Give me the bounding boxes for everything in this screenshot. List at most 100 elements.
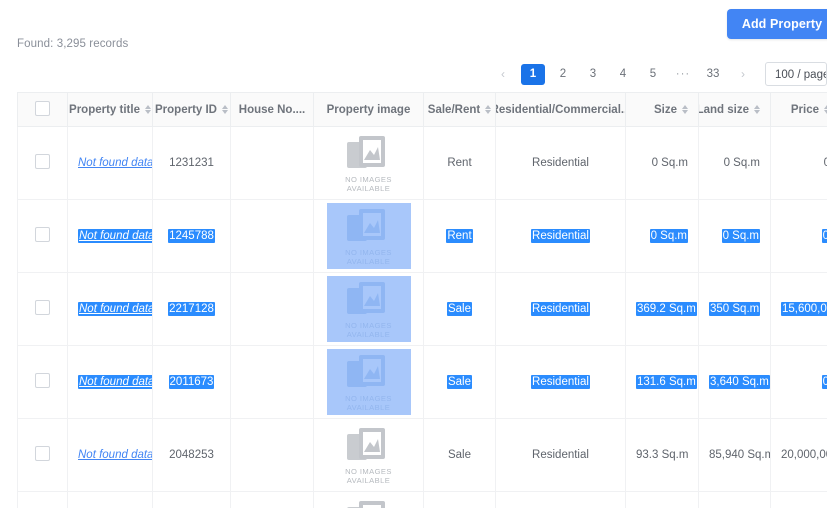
pagination-prev-icon[interactable]: ‹ [491, 64, 515, 85]
table-row[interactable]: NO IMAGESAVAILABLE [18, 492, 827, 508]
property-id: 2217128 [168, 302, 215, 316]
no-image-caption: NO IMAGESAVAILABLE [345, 321, 392, 339]
no-image-caption: NO IMAGESAVAILABLE [345, 467, 392, 485]
property-title-link[interactable]: Not found data [78, 157, 153, 169]
pagination-page-2[interactable]: 2 [551, 64, 575, 85]
cell-property-id: 1245788 [153, 200, 231, 273]
cell-sale-rent: Rent [424, 127, 496, 200]
sort-icon[interactable] [754, 105, 760, 114]
property-title-link[interactable]: Not found data [78, 375, 153, 389]
th-property-image[interactable]: Property image [314, 93, 424, 127]
sort-icon[interactable] [682, 105, 688, 114]
row-checkbox[interactable] [35, 373, 50, 388]
table-row[interactable]: Not found data 1231231 NO IMAGESAVAILABLE R… [18, 127, 827, 200]
th-house-no[interactable]: House No.... [231, 93, 314, 127]
cell-sale-rent [424, 492, 496, 508]
cell-row-checkbox [18, 346, 68, 419]
th-property-id-label: Property ID [155, 104, 217, 116]
cell-price: 0 [771, 346, 827, 419]
table-header: Property title Property ID House No.... [18, 93, 827, 127]
pagination-page-3[interactable]: 3 [581, 64, 605, 85]
th-property-title[interactable]: Property title [68, 93, 153, 127]
cell-property-id [153, 492, 231, 508]
th-property-image-label: Property image [327, 104, 411, 116]
page-size-select[interactable]: 100 / page [765, 62, 827, 86]
no-image-icon [345, 280, 393, 318]
cell-row-checkbox [18, 200, 68, 273]
property-id: 2048253 [169, 449, 214, 461]
property-title-link[interactable]: Not found data [78, 302, 153, 316]
price: 0 [822, 229, 827, 243]
no-image-icon [345, 499, 393, 508]
row-checkbox[interactable] [35, 227, 50, 242]
cell-land-size: 0 Sq.m [699, 127, 771, 200]
th-size[interactable]: Size [626, 93, 699, 127]
th-size-label: Size [654, 104, 677, 116]
property-title-link[interactable]: Not found data [78, 449, 153, 461]
th-property-id[interactable]: Property ID [153, 93, 231, 127]
cell-property-image: NO IMAGESAVAILABLE [314, 200, 424, 273]
cell-land-size: 0 Sq.m [699, 200, 771, 273]
table-body: Not found data1231231NO IMAGESAVAILABLER… [18, 127, 827, 508]
select-all-checkbox[interactable] [35, 101, 50, 116]
table-row[interactable]: Not found data2011673NO IMAGESAVAILABLES… [18, 346, 827, 419]
cell-land-size: 85,940 Sq.m [699, 419, 771, 492]
cell-property-title [68, 492, 153, 508]
add-property-button[interactable]: Add Property [727, 9, 827, 39]
table-row[interactable]: Not found data 2217128 NO IMAGESAVAILABLE S… [18, 273, 827, 346]
sale-rent: Rent [447, 157, 471, 169]
size: 0 Sq.m [652, 157, 688, 169]
cell-house-no [231, 127, 314, 200]
property-title-link[interactable]: Not found data [78, 229, 153, 243]
no-image-icon [345, 426, 393, 464]
pagination-ellipsis[interactable]: ··· [671, 64, 695, 85]
cell-property-id: 2011673 [153, 346, 231, 419]
cell-property-title: Not found data [68, 346, 153, 419]
cell-sale-rent: Sale [424, 346, 496, 419]
cell-sale-rent: Rent [424, 200, 496, 273]
row-checkbox[interactable] [35, 154, 50, 169]
pagination-page-4[interactable]: 4 [611, 64, 635, 85]
property-id: 1231231 [169, 157, 214, 169]
cell-category: Residential [496, 127, 626, 200]
land-size: 0 Sq.m [724, 157, 760, 169]
cell-property-image: NO IMAGESAVAILABLE [314, 419, 424, 492]
sale-rent: Sale [447, 375, 472, 389]
pagination-next-icon[interactable]: › [731, 64, 755, 85]
row-checkbox[interactable] [35, 300, 50, 315]
table-row[interactable]: Not found data1245788 NO IMAGESAVAILABLER… [18, 200, 827, 273]
no-image-caption: NO IMAGESAVAILABLE [345, 175, 392, 193]
no-image-placeholder: NO IMAGESAVAILABLE [327, 130, 411, 196]
no-image-icon [345, 207, 393, 245]
no-image-icon [345, 134, 393, 172]
cell-row-checkbox [18, 419, 68, 492]
sort-icon[interactable] [485, 105, 491, 114]
cell-house-no [231, 200, 314, 273]
sort-icon[interactable] [145, 105, 151, 114]
th-land-size[interactable]: Land size [699, 93, 771, 127]
cell-size: 131.6 Sq.m [626, 346, 699, 419]
category: Residential [531, 375, 590, 389]
no-image-placeholder: NO IMAGESAVAILABLE [327, 203, 411, 269]
cell-category: Residential [496, 419, 626, 492]
table-row[interactable]: Not found data 2048253 NO IMAGESAVAILABLE S… [18, 419, 827, 492]
th-residential-commercial[interactable]: Residential/Commercial... [496, 93, 626, 127]
th-sale-rent[interactable]: Sale/Rent [424, 93, 496, 127]
sale-rent: Sale [447, 302, 472, 316]
pagination-last-page[interactable]: 33 [701, 64, 725, 85]
pagination-page-1[interactable]: 1 [521, 64, 545, 85]
row-checkbox[interactable] [35, 446, 50, 461]
cell-size [626, 492, 699, 508]
cell-land-size: 350 Sq.m [699, 273, 771, 346]
sort-icon[interactable] [222, 105, 228, 114]
th-price[interactable]: Price [771, 93, 827, 127]
property-table-container: Property title Property ID House No.... [17, 92, 827, 508]
pagination-page-5[interactable]: 5 [641, 64, 665, 85]
cell-category [496, 492, 626, 508]
cell-house-no [231, 273, 314, 346]
size: 93.3 Sq.m [636, 449, 688, 461]
cell-sale-rent: Sale [424, 419, 496, 492]
cell-property-title: Not found data [68, 127, 153, 200]
th-residential-commercial-label: Residential/Commercial... [496, 104, 626, 116]
cell-house-no [231, 492, 314, 508]
